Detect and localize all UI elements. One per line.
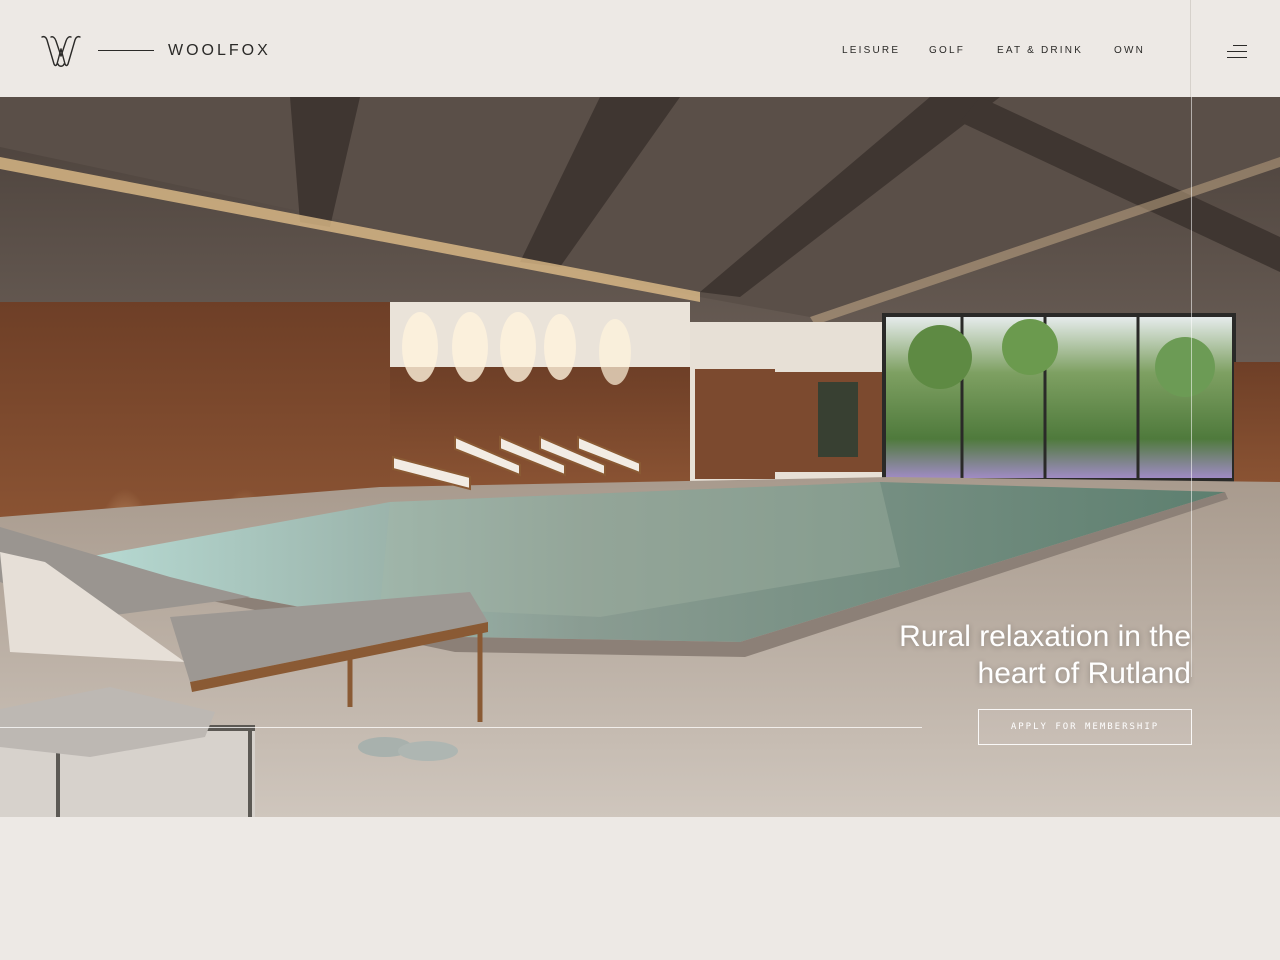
page-content-area [0, 817, 1280, 960]
header-vertical-divider [1190, 0, 1191, 97]
hero-section: Rural relaxation in the heart of Rutland… [0, 97, 1280, 817]
main-nav: LEISURE GOLF EAT & DRINK OWN [0, 45, 1280, 59]
decorative-vertical-line [1191, 97, 1192, 677]
nav-link-leisure[interactable]: LEISURE [842, 45, 900, 56]
nav-link-eat-drink[interactable]: EAT & DRINK [997, 45, 1083, 56]
hamburger-menu-icon[interactable] [1222, 41, 1250, 63]
apply-for-membership-button[interactable]: APPLY FOR MEMBERSHIP [978, 709, 1192, 745]
site-header: WOOLFOX LEISURE GOLF EAT & DRINK OWN [0, 0, 1280, 97]
hero-horizontal-line [0, 727, 922, 728]
hero-headline-line-1: Rural relaxation in the [899, 620, 1191, 653]
nav-link-own[interactable]: OWN [1114, 45, 1145, 56]
hero-headline: Rural relaxation in the heart of Rutland [771, 618, 1191, 692]
nav-link-golf[interactable]: GOLF [929, 45, 965, 56]
hero-headline-line-2: heart of Rutland [977, 657, 1191, 690]
